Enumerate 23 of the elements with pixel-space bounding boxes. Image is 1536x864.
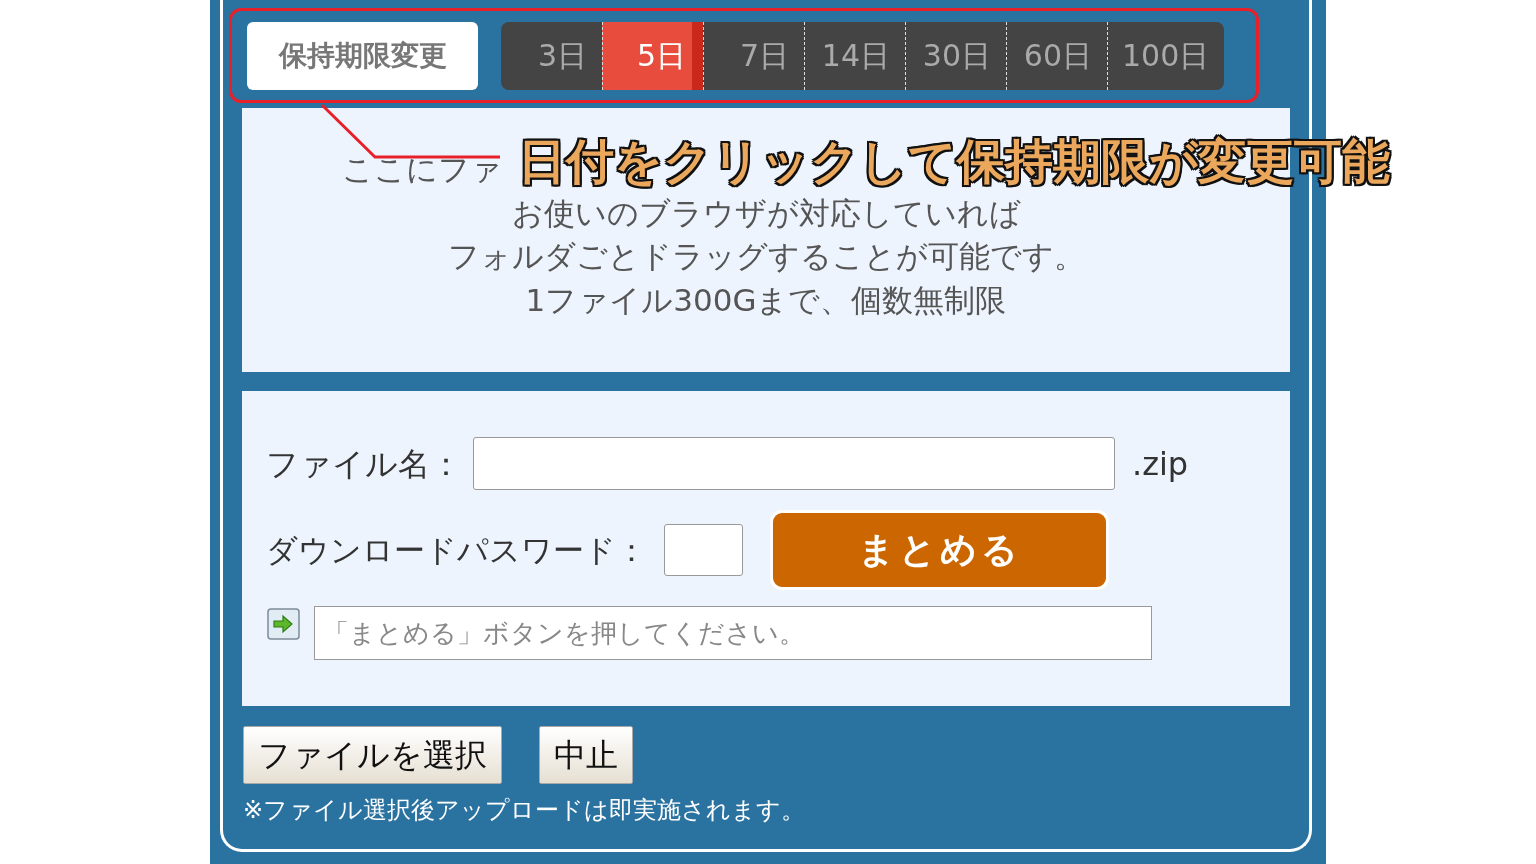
retention-tab[interactable]: 30日 <box>905 21 1006 90</box>
arrow-tile-icon <box>267 608 300 640</box>
retention-tab[interactable]: 3日 <box>501 21 602 90</box>
retention-tab[interactable]: 5日 <box>602 21 703 90</box>
password-label: ダウンロードパスワード： <box>266 530 647 570</box>
retention-tab[interactable]: 7日 <box>703 21 804 90</box>
drop-zone-text: 1ファイル300Gまで、個数無制限 <box>525 280 1007 320</box>
upload-note: ※ファイル選択後アップロードは即実施されます。 <box>242 795 807 826</box>
retention-tab[interactable]: 100日 <box>1107 21 1225 90</box>
filename-input[interactable] <box>473 437 1115 490</box>
retention-tab[interactable]: 14日 <box>804 21 905 90</box>
select-file-button[interactable]: ファイルを選択 <box>243 726 502 784</box>
retention-label: 保持期限変更 <box>247 21 478 90</box>
status-field[interactable]: 「まとめる」ボタンを押してください。 <box>314 606 1152 660</box>
password-input[interactable] <box>664 524 743 576</box>
filename-label: ファイル名： <box>266 443 462 485</box>
retention-tab[interactable]: 60日 <box>1006 21 1107 90</box>
drop-zone-text: ここにファ <box>342 150 502 189</box>
drop-zone-text: お使いのブラウザが対応していれば <box>511 193 1021 233</box>
cancel-button[interactable]: 中止 <box>539 726 633 784</box>
extension-text: .zip <box>1132 443 1189 485</box>
combine-button[interactable]: まとめる <box>770 510 1109 590</box>
drop-zone-text: フォルダごとドラッグすることが可能です。 <box>447 237 1085 276</box>
